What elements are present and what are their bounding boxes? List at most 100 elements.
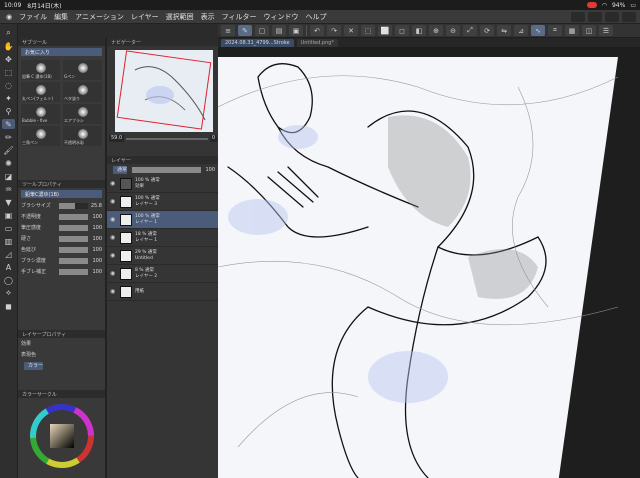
quick-access-button[interactable] <box>571 11 585 22</box>
select-tool-icon[interactable]: ⬚ <box>2 67 15 77</box>
menu-window[interactable]: ウィンドウ <box>264 12 299 22</box>
ruler-icon[interactable]: ⊿ <box>514 25 528 36</box>
visibility-eye-icon[interactable]: ◉ <box>110 288 117 295</box>
zoom-value[interactable]: 59.0 <box>109 135 125 142</box>
pencil-tool-icon[interactable]: ✏ <box>2 132 15 142</box>
expression-color-select[interactable]: カラー <box>24 361 44 370</box>
stabilizer-icon[interactable]: ∿ <box>531 25 545 36</box>
layer-row[interactable]: ◉ 18 % 通常 レイヤー 1 <box>107 229 218 247</box>
property-slider[interactable] <box>59 202 88 209</box>
property-value[interactable]: 100 <box>90 214 102 220</box>
menu-edit[interactable]: 編集 <box>54 12 68 22</box>
brush-item[interactable]: 丸ペン(フェルト) <box>21 82 60 102</box>
pen-tool-icon[interactable]: ✎ <box>238 25 252 36</box>
visibility-eye-icon[interactable]: ◉ <box>110 180 117 187</box>
property-value[interactable]: 100 <box>90 269 102 275</box>
menu-filter[interactable]: フィルター <box>222 12 257 22</box>
property-value[interactable]: 25.8 <box>90 203 102 209</box>
rotate-icon[interactable]: ⟳ <box>480 25 494 36</box>
frame-tool-icon[interactable]: ▥ <box>2 236 15 246</box>
navigator-preview[interactable] <box>115 50 213 132</box>
snap-icon[interactable]: ⌗ <box>548 25 562 36</box>
visibility-eye-icon[interactable]: ◉ <box>110 216 117 223</box>
property-slider[interactable] <box>59 268 88 275</box>
eyedropper-tool-icon[interactable]: ⚲ <box>2 106 15 116</box>
brush-item[interactable]: エアブラシ <box>63 104 102 124</box>
move-tool-icon[interactable]: ✥ <box>2 54 15 64</box>
correction-tool-icon[interactable]: ⟡ <box>2 288 15 298</box>
visibility-eye-icon[interactable]: ◉ <box>110 252 117 259</box>
property-value[interactable]: 100 <box>90 247 102 253</box>
angle-value[interactable]: 0 <box>209 135 217 142</box>
open-icon[interactable]: ▤ <box>272 25 286 36</box>
menu-layer[interactable]: レイヤー <box>131 12 159 22</box>
undo-icon[interactable]: ↶ <box>310 25 324 36</box>
layer-row[interactable]: ◉ 29 % 通常 Untitled <box>107 247 218 265</box>
wand-tool-icon[interactable]: ✦ <box>2 93 15 103</box>
zoom-out-icon[interactable]: ⊖ <box>446 25 460 36</box>
color-swatch-icon[interactable]: ◼ <box>2 301 15 311</box>
zoom-slider[interactable] <box>126 137 208 140</box>
flip-icon[interactable]: ⇋ <box>497 25 511 36</box>
menu-icon[interactable]: ≡ <box>221 25 235 36</box>
text-tool-icon[interactable]: A <box>2 262 15 272</box>
brush-item[interactable]: 不透明水彩 <box>63 126 102 146</box>
hand-tool-icon[interactable]: ✋ <box>2 41 15 51</box>
brush-settings-button[interactable] <box>588 11 602 22</box>
brush-tool-icon[interactable]: 🖌 <box>2 145 15 155</box>
fit-icon[interactable]: ⤢ <box>463 25 477 36</box>
layer-opacity-value[interactable]: 100 <box>203 167 215 173</box>
tab-document-1[interactable]: 2024.08.31_4799...Stroke <box>221 38 294 47</box>
layer-row[interactable]: ◉ 8 % 通常 レイヤー 2 <box>107 265 218 283</box>
transform-icon[interactable]: ⬚ <box>361 25 375 36</box>
balloon-tool-icon[interactable]: ◯ <box>2 275 15 285</box>
clear-icon[interactable]: ✕ <box>344 25 358 36</box>
menu-file[interactable]: ファイル <box>19 12 47 22</box>
saturation-value-square[interactable] <box>50 424 74 448</box>
brush-item[interactable]: Gペン <box>63 60 102 80</box>
window-layout-button[interactable] <box>605 11 619 22</box>
property-value[interactable]: 100 <box>90 225 102 231</box>
brush-item[interactable]: 鉛筆 C 濃ゆ(1B) <box>21 60 60 80</box>
airbrush-tool-icon[interactable]: ✺ <box>2 158 15 168</box>
new-file-icon[interactable]: ▢ <box>255 25 269 36</box>
tab-document-2[interactable]: Untitled.png* <box>296 38 338 47</box>
layer-row[interactable]: ◉ 100 % 通常 効果 <box>107 175 218 193</box>
visibility-eye-icon[interactable]: ◉ <box>110 234 117 241</box>
fill-tool-icon[interactable]: ▼ <box>2 197 15 207</box>
save-icon[interactable]: ▣ <box>289 25 303 36</box>
property-slider[interactable] <box>59 257 88 264</box>
blend-mode-select[interactable]: 通常 <box>113 165 128 174</box>
property-slider[interactable] <box>59 235 88 242</box>
layer-row[interactable]: ◉ 用紙 <box>107 283 218 301</box>
shape-tool-icon[interactable]: ▭ <box>2 223 15 233</box>
lasso-tool-icon[interactable]: ◌ <box>2 80 15 90</box>
grid-icon[interactable]: ▦ <box>565 25 579 36</box>
layers-icon[interactable]: ☰ <box>599 25 613 36</box>
panel-toggle-button[interactable] <box>622 11 636 22</box>
zoom-in-icon[interactable]: ⊕ <box>429 25 443 36</box>
property-slider[interactable] <box>59 224 88 231</box>
visibility-eye-icon[interactable]: ◉ <box>110 270 117 277</box>
deselect-icon[interactable]: ◻ <box>395 25 409 36</box>
select-all-icon[interactable]: ⬜ <box>378 25 392 36</box>
layer-row[interactable]: ◉ 100 % 通常 レイヤー 3 <box>107 193 218 211</box>
property-value[interactable]: 100 <box>90 258 102 264</box>
menu-view[interactable]: 表示 <box>201 12 215 22</box>
menu-help[interactable]: ヘルプ <box>306 12 327 22</box>
brush-item[interactable]: ベタ塗り <box>63 82 102 102</box>
gradient-tool-icon[interactable]: ▣ <box>2 210 15 220</box>
property-slider[interactable] <box>59 246 88 253</box>
layer-opacity-slider[interactable] <box>132 166 201 173</box>
layer-row[interactable]: ◉ 100 % 通常 レイヤー 1 <box>107 211 218 229</box>
menu-selection[interactable]: 選択範囲 <box>166 12 194 22</box>
reference-icon[interactable]: ◫ <box>582 25 596 36</box>
property-value[interactable]: 100 <box>90 236 102 242</box>
blend-tool-icon[interactable]: ♒ <box>2 184 15 194</box>
visibility-eye-icon[interactable]: ◉ <box>110 198 117 205</box>
app-logo-icon[interactable]: ◉ <box>6 13 12 21</box>
zoom-tool-icon[interactable]: ⌕ <box>2 28 15 38</box>
property-slider[interactable] <box>59 213 88 220</box>
invert-selection-icon[interactable]: ◧ <box>412 25 426 36</box>
subtool-group-tab[interactable]: お気に入り <box>21 48 102 56</box>
